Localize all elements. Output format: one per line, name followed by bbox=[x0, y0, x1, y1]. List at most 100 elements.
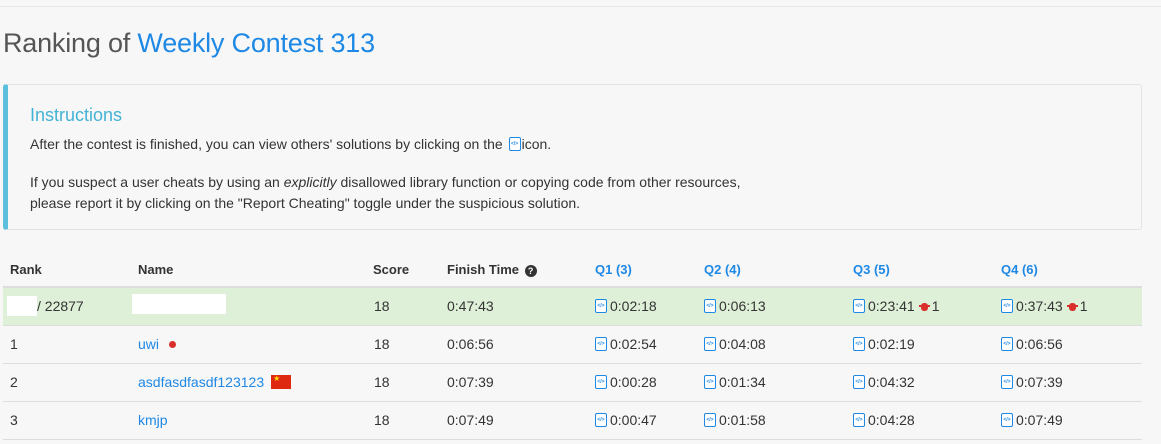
code-icon[interactable] bbox=[1001, 299, 1013, 313]
row-q1[interactable]: 0:02:54 bbox=[595, 336, 657, 352]
row-score: 18 bbox=[374, 374, 390, 390]
header-q1[interactable]: Q1 (3) bbox=[595, 262, 632, 277]
user-name[interactable]: uwi bbox=[138, 336, 159, 352]
row-q4[interactable]: 0:06:56 bbox=[1001, 336, 1063, 352]
my-q2-time: 0:06:13 bbox=[719, 298, 766, 314]
code-icon[interactable] bbox=[595, 299, 607, 313]
top-divider bbox=[0, 6, 1161, 7]
my-q4[interactable]: 0:37:43 1 bbox=[1001, 298, 1088, 314]
header-q4[interactable]: Q4 (6) bbox=[1001, 262, 1038, 277]
header-score: Score bbox=[373, 262, 410, 277]
row-q3-time: 0:04:32 bbox=[868, 374, 915, 390]
user-name-link[interactable]: uwi bbox=[138, 336, 177, 352]
user-name[interactable]: asdfasdfasdf123123 bbox=[138, 374, 264, 390]
code-icon[interactable] bbox=[853, 375, 865, 389]
header-rank: Rank bbox=[10, 262, 42, 277]
row-q3-time: 0:02:19 bbox=[868, 336, 915, 352]
row-q1-time: 0:00:47 bbox=[610, 412, 657, 428]
row-rank: 3 bbox=[10, 412, 18, 428]
china-flag-icon bbox=[271, 375, 292, 389]
row-q4-time: 0:06:56 bbox=[1016, 336, 1063, 352]
row-q3[interactable]: 0:02:19 bbox=[853, 336, 915, 352]
row-q2-time: 0:01:34 bbox=[719, 374, 766, 390]
row-q1[interactable]: 0:00:47 bbox=[595, 412, 657, 428]
row-finish-time: 0:07:39 bbox=[447, 374, 494, 390]
ranking-table: Rank Name Score Finish Time ? Q1 (3) Q2 … bbox=[3, 251, 1142, 440]
code-icon[interactable] bbox=[1001, 413, 1013, 427]
my-q4-bug-count: 1 bbox=[1079, 298, 1088, 314]
row-q4-time: 0:07:49 bbox=[1016, 412, 1063, 428]
instructions-p1-text: After the contest is finished, you can v… bbox=[30, 136, 503, 152]
code-icon[interactable] bbox=[853, 299, 865, 313]
row-score: 18 bbox=[374, 412, 390, 428]
instructions-p1-tail: icon. bbox=[521, 136, 552, 152]
row-q1-time: 0:00:28 bbox=[610, 374, 657, 390]
header-finish-time-label: Finish Time bbox=[447, 262, 519, 277]
row-q1[interactable]: 0:00:28 bbox=[595, 374, 657, 390]
row-q2[interactable]: 0:04:08 bbox=[704, 336, 766, 352]
page-title: Ranking of Weekly Contest 313 bbox=[3, 28, 375, 59]
my-q3[interactable]: 0:23:41 1 bbox=[853, 298, 940, 314]
my-q3-time: 0:23:41 bbox=[868, 298, 915, 314]
instructions-p2-emphasis: explicitly bbox=[283, 174, 337, 190]
row-q4-time: 0:07:39 bbox=[1016, 374, 1063, 390]
instructions-title: Instructions bbox=[30, 105, 123, 125]
instructions-paragraph-1: After the contest is finished, you can v… bbox=[30, 136, 551, 152]
code-icon[interactable] bbox=[595, 413, 607, 427]
red-dot-icon bbox=[169, 341, 177, 348]
my-finish-time: 0:47:43 bbox=[447, 298, 494, 314]
table-row: 1 uwi 18 0:06:56 0:02:54 0:04:08 0:02:19… bbox=[3, 326, 1142, 364]
question-circle-icon[interactable]: ? bbox=[524, 265, 537, 277]
header-q3[interactable]: Q3 (5) bbox=[853, 262, 890, 277]
code-icon[interactable] bbox=[853, 337, 865, 351]
header-q2[interactable]: Q2 (4) bbox=[704, 262, 741, 277]
instructions-p2-line2: please report it by clicking on the "Rep… bbox=[30, 195, 581, 211]
redacted-rank bbox=[7, 296, 37, 316]
row-q2[interactable]: 0:01:34 bbox=[704, 374, 766, 390]
code-icon bbox=[508, 137, 521, 151]
my-q3-bug-count: 1 bbox=[931, 298, 940, 314]
code-icon[interactable] bbox=[853, 413, 865, 427]
rank-total: / 22877 bbox=[37, 298, 84, 314]
my-q2[interactable]: 0:06:13 bbox=[704, 298, 766, 314]
instructions-panel: Instructions After the contest is finish… bbox=[3, 84, 1142, 230]
header-name: Name bbox=[138, 262, 174, 277]
code-icon[interactable] bbox=[704, 299, 716, 313]
row-q2-time: 0:01:58 bbox=[719, 412, 766, 428]
row-finish-time: 0:06:56 bbox=[447, 336, 494, 352]
bug-icon bbox=[918, 301, 930, 312]
row-q1-time: 0:02:54 bbox=[610, 336, 657, 352]
table-header: Rank Name Score Finish Time ? Q1 (3) Q2 … bbox=[3, 251, 1142, 288]
row-q3[interactable]: 0:04:28 bbox=[853, 412, 915, 428]
row-q3[interactable]: 0:04:32 bbox=[853, 374, 915, 390]
row-q4[interactable]: 0:07:49 bbox=[1001, 412, 1063, 428]
my-score: 18 bbox=[374, 298, 390, 314]
instructions-p2-line1-start: If you suspect a user cheats by using an bbox=[30, 174, 284, 190]
code-icon[interactable] bbox=[595, 375, 607, 389]
title-prefix: Ranking of bbox=[3, 28, 131, 58]
instructions-p2-line1-end: disallowed library function or copying c… bbox=[336, 174, 741, 190]
user-name-link[interactable]: kmjp bbox=[138, 412, 168, 428]
my-q1[interactable]: 0:02:18 bbox=[595, 298, 657, 314]
header-finish-time: Finish Time ? bbox=[447, 262, 537, 277]
code-icon[interactable] bbox=[704, 375, 716, 389]
code-icon[interactable] bbox=[1001, 375, 1013, 389]
row-q2[interactable]: 0:01:58 bbox=[704, 412, 766, 428]
bug-icon bbox=[1066, 301, 1078, 312]
row-q3-time: 0:04:28 bbox=[868, 412, 915, 428]
code-icon[interactable] bbox=[1001, 337, 1013, 351]
redacted-name bbox=[132, 294, 226, 314]
contest-name-link[interactable]: Weekly Contest 313 bbox=[137, 28, 375, 58]
my-rank: / 22877 bbox=[7, 296, 84, 316]
user-name-link[interactable]: asdfasdfasdf123123 bbox=[138, 374, 292, 390]
code-icon[interactable] bbox=[704, 337, 716, 351]
code-icon[interactable] bbox=[704, 413, 716, 427]
row-finish-time: 0:07:49 bbox=[447, 412, 494, 428]
row-rank: 1 bbox=[10, 336, 18, 352]
instructions-paragraph-2: If you suspect a user cheats by using an… bbox=[30, 172, 740, 214]
my-ranking-row: / 22877 18 0:47:43 0:02:18 0:06:13 0:23:… bbox=[3, 288, 1142, 326]
user-name[interactable]: kmjp bbox=[138, 412, 168, 428]
code-icon[interactable] bbox=[595, 337, 607, 351]
row-q4[interactable]: 0:07:39 bbox=[1001, 374, 1063, 390]
table-row: 3 kmjp 18 0:07:49 0:00:47 0:01:58 0:04:2… bbox=[3, 402, 1142, 440]
